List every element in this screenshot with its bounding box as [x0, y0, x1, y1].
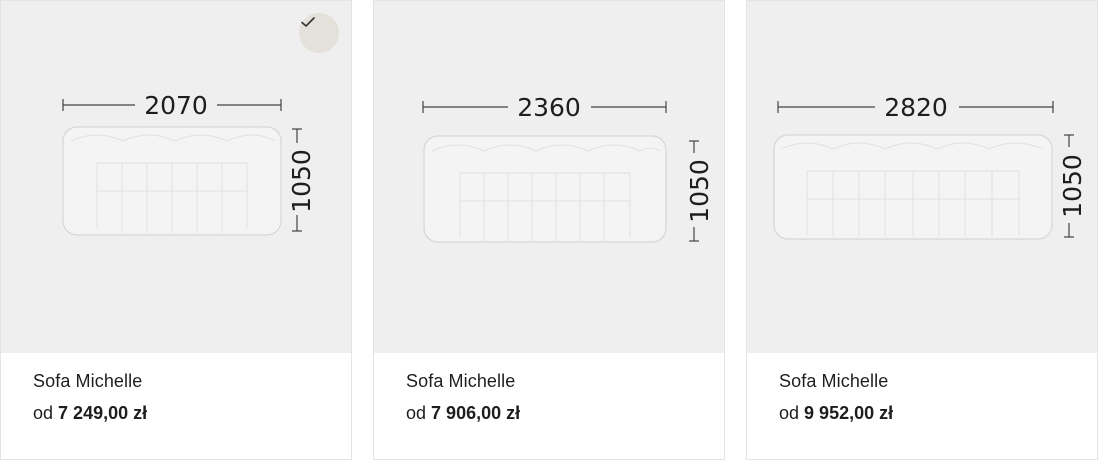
sofa-dimension-diagram: 2360 1050: [422, 93, 714, 243]
product-card[interactable]: 2820 1050 Sofa Michelle od 9 952,00 zł: [746, 0, 1098, 460]
checkmark-icon: [301, 17, 315, 27]
selected-badge[interactable]: [299, 13, 339, 53]
price-prefix: od: [406, 403, 427, 423]
sofa-dimension-diagram: 2820 1050: [773, 93, 1087, 240]
sofa-dimension-diagram: 2070 1050: [62, 91, 316, 236]
product-info: Sofa Michelle od 7 906,00 zł: [406, 369, 704, 425]
product-image[interactable]: 2360 1050: [374, 1, 724, 353]
sofa-top-view: [62, 126, 282, 236]
width-dimension-label: 2820: [884, 93, 948, 122]
product-name[interactable]: Sofa Michelle: [406, 369, 704, 393]
product-price: od 7 249,00 zł: [33, 401, 331, 425]
price-prefix: od: [779, 403, 800, 423]
price-value: 7 249,00 zł: [58, 403, 148, 423]
product-card[interactable]: 2070 1050 Sofa Michelle od 7 249,00 zł: [0, 0, 352, 460]
width-dimension-label: 2360: [517, 93, 581, 122]
product-card[interactable]: 2360 1050 Sofa Michelle od 7 906,00 zł: [373, 0, 725, 460]
price-value: 7 906,00 zł: [431, 403, 521, 423]
product-price: od 9 952,00 zł: [779, 401, 1077, 425]
product-image[interactable]: 2820 1050: [747, 1, 1097, 353]
width-dimension-label: 2070: [144, 91, 208, 120]
depth-dimension-label: 1050: [287, 149, 316, 213]
price-value: 9 952,00 zł: [804, 403, 894, 423]
product-name[interactable]: Sofa Michelle: [779, 369, 1077, 393]
product-card-list: 2070 1050 Sofa Michelle od 7 249,00 zł 2…: [0, 0, 1099, 460]
product-info: Sofa Michelle od 9 952,00 zł: [779, 369, 1077, 425]
sofa-top-view: [773, 134, 1053, 240]
price-prefix: od: [33, 403, 54, 423]
product-name[interactable]: Sofa Michelle: [33, 369, 331, 393]
sofa-top-view: [423, 135, 667, 243]
depth-dimension-label: 1050: [685, 159, 714, 223]
product-image[interactable]: 2070 1050: [1, 1, 351, 353]
product-info: Sofa Michelle od 7 249,00 zł: [33, 369, 331, 425]
depth-dimension-label: 1050: [1058, 154, 1087, 218]
product-price: od 7 906,00 zł: [406, 401, 704, 425]
